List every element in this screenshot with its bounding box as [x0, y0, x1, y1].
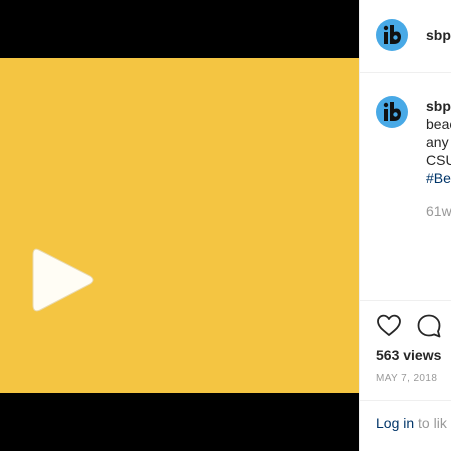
login-prompt: Log in to lik — [376, 415, 447, 431]
header-username[interactable]: sbpr — [426, 27, 451, 43]
caption-line-3: CSU — [426, 152, 451, 168]
ib-logo-avatar[interactable] — [376, 96, 408, 128]
header-divider — [360, 72, 451, 73]
login-link[interactable]: Log in — [376, 415, 414, 431]
caption-line-2: any — [426, 134, 449, 150]
post-date: MAY 7, 2018 — [376, 373, 438, 384]
caption-time-ago: 61w — [426, 203, 451, 219]
ib-logo-avatar[interactable] — [376, 19, 408, 51]
actions-divider — [360, 300, 451, 301]
caption-line-1: beac — [426, 116, 451, 132]
play-icon[interactable] — [30, 244, 96, 316]
video-post-media — [0, 0, 359, 451]
caption-username[interactable]: sbp — [426, 97, 451, 115]
footer-divider — [360, 400, 451, 401]
login-suffix: to lik — [418, 415, 447, 431]
post-side-panel: sbpr sbp beac any CSU #Be 61w 563 vi — [359, 0, 451, 451]
caption-hashtag[interactable]: #Be — [426, 169, 451, 187]
view-count[interactable]: 563 views — [376, 347, 441, 363]
speech-bubble-icon[interactable] — [416, 313, 442, 339]
caption-comment: sbp beac any CSU #Be — [426, 97, 451, 187]
heart-icon[interactable] — [376, 313, 402, 339]
video-frame[interactable] — [0, 58, 359, 393]
